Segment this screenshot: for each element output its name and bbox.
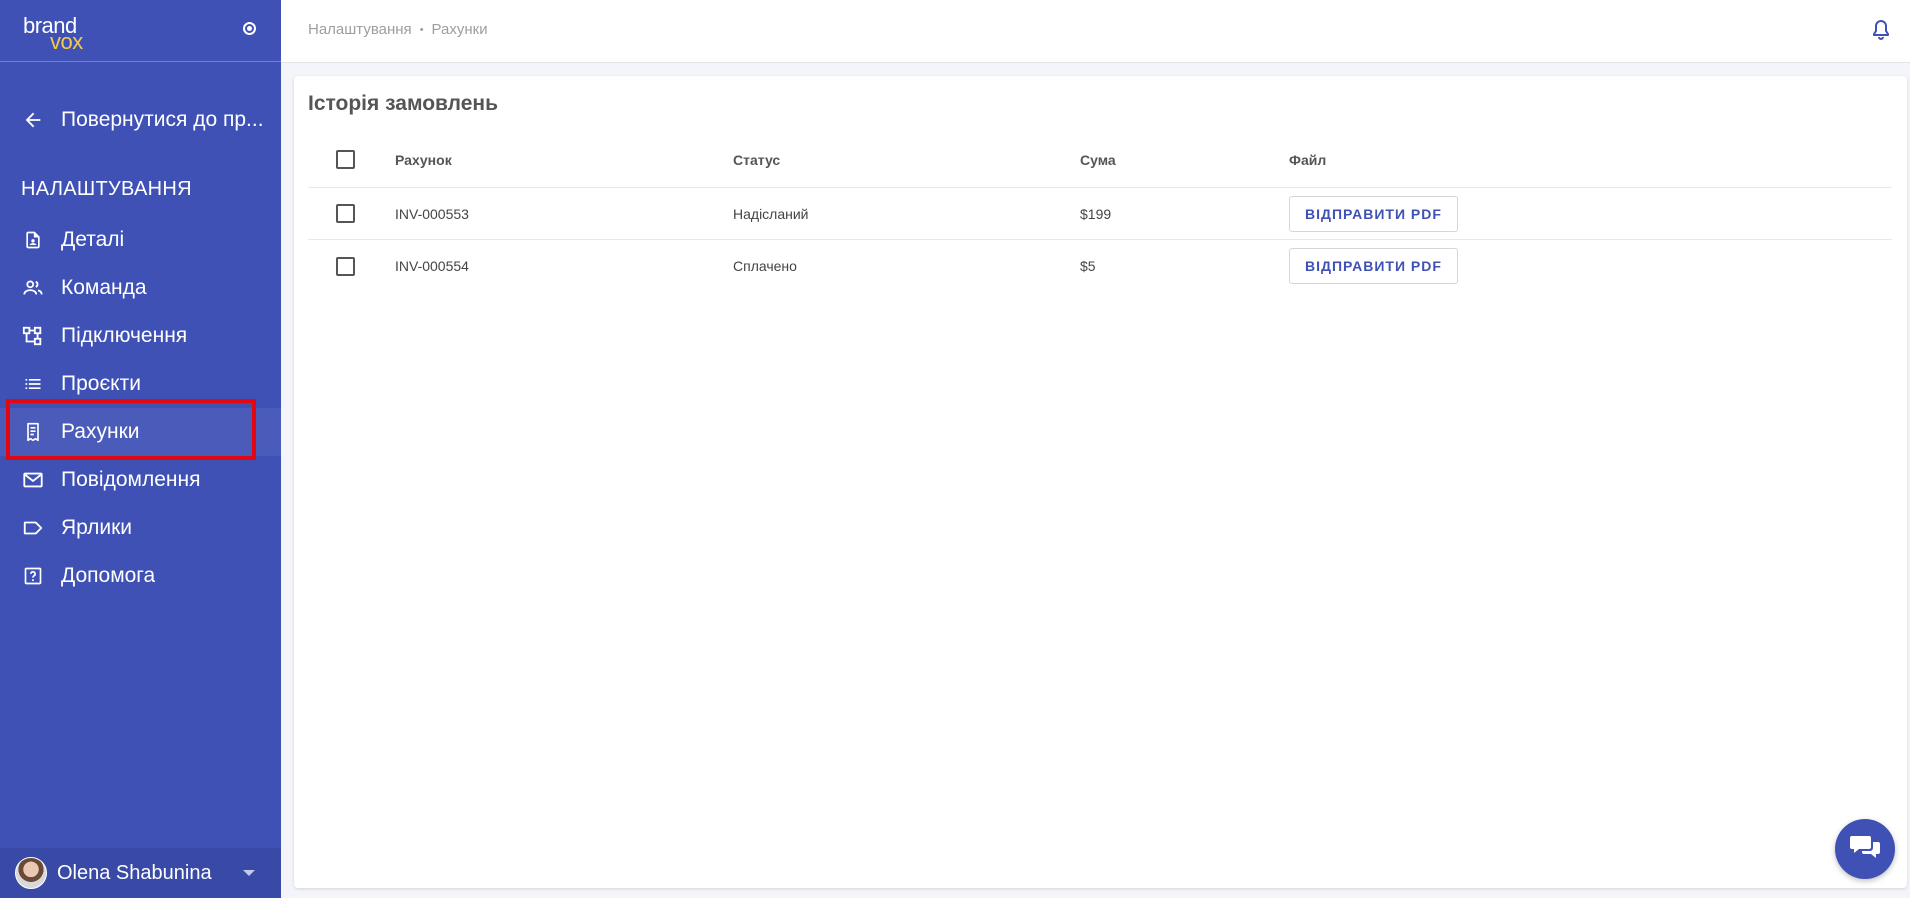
help-icon [21,564,45,588]
arrow-left-icon [21,108,45,132]
invoice-number: INV-000554 [395,258,469,274]
sidebar-item-label: Рахунки [61,420,140,443]
sidebar-item-connections[interactable]: Підключення [0,312,281,360]
top-header: Налаштування • Рахунки [281,0,1910,63]
sidebar-item-label: Команда [61,276,147,299]
radio-toggle-icon[interactable] [243,22,256,35]
sidebar-item-invoices[interactable]: Рахунки [0,408,281,456]
back-link-label: Повернутися до пр... [61,108,264,131]
invoices-table: Рахунок Статус Сума Файл INV-000553 Наді… [308,132,1892,292]
sidebar-item-label: Проєкти [61,372,141,395]
chat-support-button[interactable] [1835,819,1895,879]
receipt-icon [21,420,45,444]
column-header-sum[interactable]: Сума [1080,152,1116,168]
row-checkbox[interactable] [336,204,355,223]
label-icon [21,516,45,540]
team-icon [21,276,45,300]
sidebar-item-details[interactable]: Деталі [0,216,281,264]
logo-text-vox: vox [50,29,83,54]
sidebar-item-labels[interactable]: Ярлики [0,504,281,552]
sidebar-item-label: Повідомлення [61,468,201,491]
sidebar-item-label: Підключення [61,324,188,347]
breadcrumb-separator: • [419,23,424,36]
sidebar-item-projects[interactable]: Проєкти [0,360,281,408]
list-icon [21,372,45,396]
sidebar-item-team[interactable]: Команда [0,264,281,312]
sidebar-item-label: Ярлики [61,516,133,539]
sidebar: brand vox Повернутися до пр... НАЛАШТУВА… [0,0,281,898]
avatar [15,857,47,889]
sidebar-item-messages[interactable]: Повідомлення [0,456,281,504]
breadcrumb: Налаштування • Рахунки [308,21,488,38]
send-pdf-button[interactable]: ВІДПРАВИТИ PDF [1289,195,1458,232]
send-pdf-button[interactable]: ВІДПРАВИТИ PDF [1289,248,1458,284]
invoice-sum: $199 [1080,205,1112,222]
invoice-sum: $5 [1080,258,1096,274]
table-row: INV-000553 Надісланий $199 ВІДПРАВИТИ PD… [308,188,1892,240]
sidebar-item-help[interactable]: Допомога [0,552,281,600]
invoice-number: INV-000553 [395,205,469,222]
column-header-invoice[interactable]: Рахунок [395,152,452,168]
sidebar-item-label: Допомога [61,564,156,587]
sidebar-item-label: Деталі [61,228,125,251]
connections-icon [21,324,45,348]
chevron-down-icon[interactable] [243,870,255,876]
invoice-status: Сплачено [733,258,797,274]
row-checkbox[interactable] [336,256,355,276]
document-icon [21,228,45,252]
column-header-file: Файл [1289,151,1327,168]
settings-section-title: НАЛАШТУВАННЯ [21,178,192,200]
breadcrumb-current: Рахунки [431,21,488,38]
table-header-row: Рахунок Статус Сума Файл [308,132,1892,188]
table-row: INV-000554 Сплачено $5 ВІДПРАВИТИ PDF [308,240,1892,292]
chat-icon [1849,833,1881,866]
breadcrumb-parent[interactable]: Налаштування [308,21,412,38]
user-name: Olena Shabunina [57,861,212,884]
select-all-checkbox[interactable] [336,150,355,169]
page-title: Історія замовлень [308,92,498,115]
sidebar-header: brand vox [0,0,281,62]
user-menu[interactable]: Olena Shabunina [0,848,281,898]
invoice-status: Надісланий [733,205,809,222]
mail-icon [21,468,45,492]
column-header-status[interactable]: Статус [733,152,780,168]
order-history-card: Історія замовлень Рахунок Статус Сума Фа… [294,76,1907,888]
bell-icon[interactable] [1869,18,1893,42]
back-to-project-link[interactable]: Повернутися до пр... [0,96,281,144]
brand-logo[interactable]: brand vox [23,13,103,54]
